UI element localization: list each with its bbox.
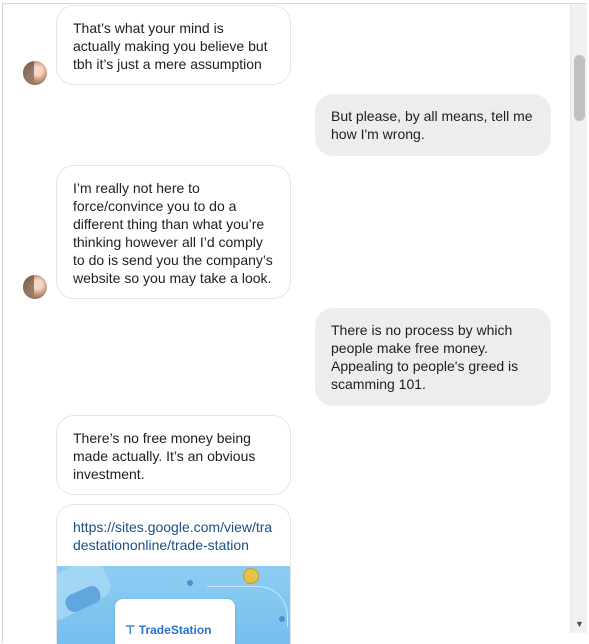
outgoing-message: But please, by all means, tell me how I'… xyxy=(315,94,551,156)
scrollbar-thumb[interactable] xyxy=(574,55,585,121)
incoming-message: I’m really not here to force/convince yo… xyxy=(56,165,291,299)
link-preview-image[interactable]: ⊤ TradeStation xyxy=(57,566,290,644)
message-text: There’s no free money being made actuall… xyxy=(73,430,256,482)
coin-icon xyxy=(243,568,259,584)
outgoing-message: There is no process by which people make… xyxy=(315,308,551,406)
incoming-message: There’s no free money being made actuall… xyxy=(56,415,291,495)
message-text: There is no process by which people make… xyxy=(331,322,519,392)
message-text: I’m really not here to force/convince yo… xyxy=(73,180,273,286)
avatar-icon[interactable] xyxy=(23,275,47,299)
avatar-icon[interactable] xyxy=(23,61,47,85)
chevron-down-icon[interactable]: ▼ xyxy=(571,618,588,630)
incoming-message: That’s what your mind is actually making… xyxy=(56,5,291,85)
trade-station-logo-icon: ⊤ xyxy=(125,623,139,637)
message-text: That’s what your mind is actually making… xyxy=(73,20,268,72)
message-link[interactable]: https://sites.google.com/view/tradestati… xyxy=(57,505,290,566)
message-text: But please, by all means, tell me how I'… xyxy=(331,108,533,142)
preview-card xyxy=(115,599,235,644)
vertical-scrollbar[interactable]: ▼ xyxy=(570,4,587,633)
preview-logo: ⊤ TradeStation xyxy=(125,623,212,637)
link-preview-message[interactable]: https://sites.google.com/view/tradestati… xyxy=(56,504,291,644)
